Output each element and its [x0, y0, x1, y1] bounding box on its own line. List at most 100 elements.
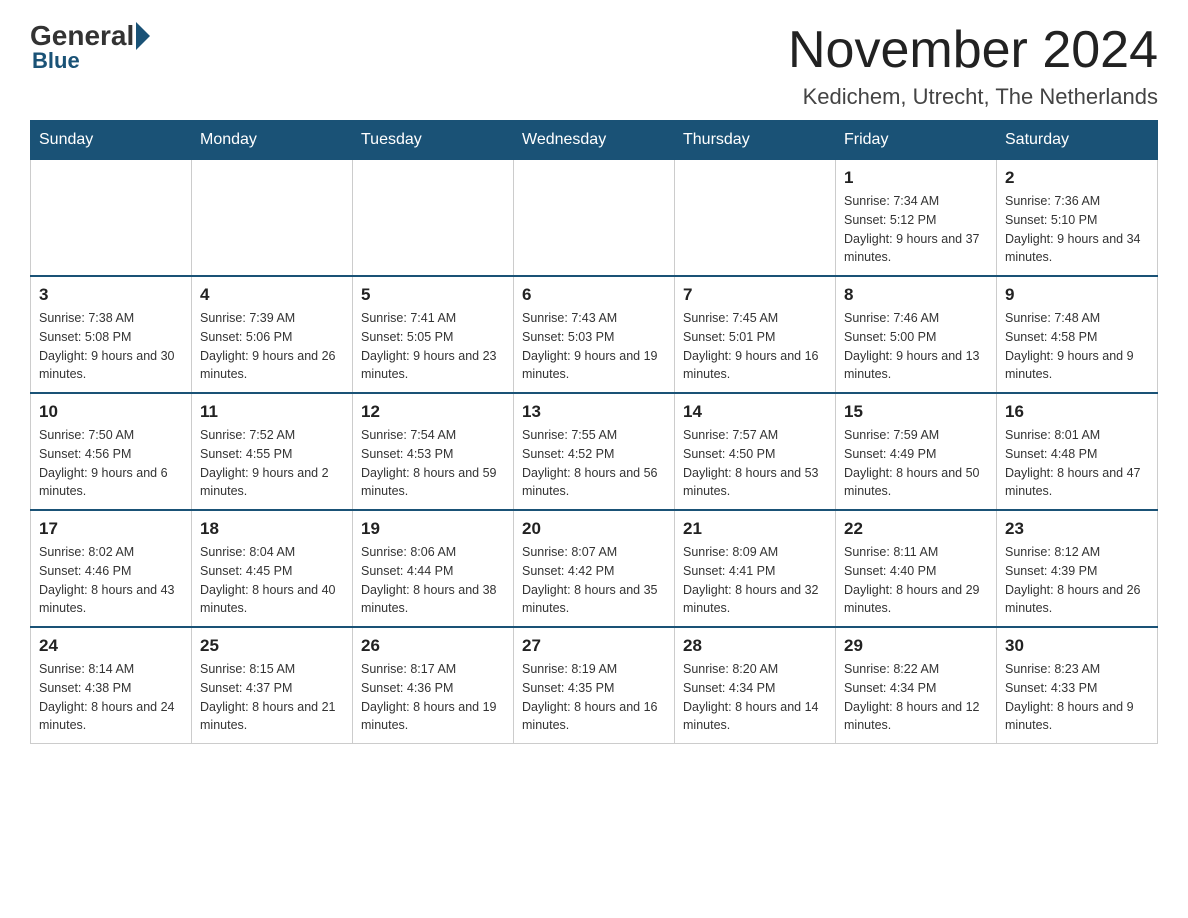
calendar-table: SundayMondayTuesdayWednesdayThursdayFrid…	[30, 120, 1158, 744]
day-number: 14	[683, 402, 827, 422]
calendar-cell	[353, 160, 514, 277]
day-info: Sunrise: 7:57 AMSunset: 4:50 PMDaylight:…	[683, 426, 827, 501]
location: Kedichem, Utrecht, The Netherlands	[788, 84, 1158, 110]
day-info: Sunrise: 7:52 AMSunset: 4:55 PMDaylight:…	[200, 426, 344, 501]
calendar-cell: 21 Sunrise: 8:09 AMSunset: 4:41 PMDayligh…	[675, 510, 836, 627]
day-number: 10	[39, 402, 183, 422]
page-header: General Blue November 2024 Kedichem, Utr…	[30, 20, 1158, 110]
logo-arrow-icon	[136, 22, 150, 50]
header-thursday: Thursday	[675, 121, 836, 160]
day-info: Sunrise: 7:43 AMSunset: 5:03 PMDaylight:…	[522, 309, 666, 384]
calendar-cell: 19Sunrise: 8:06 AMSunset: 4:44 PMDayligh…	[353, 510, 514, 627]
day-number: 20	[522, 519, 666, 539]
day-number: 6	[522, 285, 666, 305]
calendar-cell: 9Sunrise: 7:48 AMSunset: 4:58 PMDaylight…	[997, 276, 1158, 393]
day-number: 17	[39, 519, 183, 539]
header-sunday: Sunday	[31, 121, 192, 160]
calendar-cell: 29 Sunrise: 8:22 AMSunset: 4:34 PMDayligh…	[836, 627, 997, 744]
calendar-cell: 4 Sunrise: 7:39 AMSunset: 5:06 PMDaylight…	[192, 276, 353, 393]
day-number: 24	[39, 636, 183, 656]
day-info: Sunrise: 8:23 AMSunset: 4:33 PMDaylight:…	[1005, 660, 1149, 735]
calendar-cell: 22Sunrise: 8:11 AMSunset: 4:40 PMDayligh…	[836, 510, 997, 627]
day-info: Sunrise: 7:48 AMSunset: 4:58 PMDaylight:…	[1005, 309, 1149, 384]
day-number: 18	[200, 519, 344, 539]
day-info: Sunrise: 7:36 AMSunset: 5:10 PMDaylight:…	[1005, 192, 1149, 267]
calendar-cell: 5 Sunrise: 7:41 AMSunset: 5:05 PMDaylight…	[353, 276, 514, 393]
calendar-cell: 15 Sunrise: 7:59 AMSunset: 4:49 PMDayligh…	[836, 393, 997, 510]
day-number: 3	[39, 285, 183, 305]
day-info: Sunrise: 8:20 AMSunset: 4:34 PMDaylight:…	[683, 660, 827, 735]
day-info: Sunrise: 7:46 AMSunset: 5:00 PMDaylight:…	[844, 309, 988, 384]
calendar-cell: 20 Sunrise: 8:07 AMSunset: 4:42 PMDayligh…	[514, 510, 675, 627]
day-number: 7	[683, 285, 827, 305]
calendar-cell: 8 Sunrise: 7:46 AMSunset: 5:00 PMDaylight…	[836, 276, 997, 393]
calendar-cell: 18 Sunrise: 8:04 AMSunset: 4:45 PMDayligh…	[192, 510, 353, 627]
logo-blue: Blue	[32, 48, 80, 74]
day-number: 23	[1005, 519, 1149, 539]
calendar-cell: 1 Sunrise: 7:34 AMSunset: 5:12 PMDaylight…	[836, 160, 997, 277]
day-number: 28	[683, 636, 827, 656]
day-info: Sunrise: 7:41 AMSunset: 5:05 PMDaylight:…	[361, 309, 505, 384]
day-info: Sunrise: 7:59 AMSunset: 4:49 PMDaylight:…	[844, 426, 988, 501]
calendar-cell	[514, 160, 675, 277]
day-number: 2	[1005, 168, 1149, 188]
calendar-week-4: 17 Sunrise: 8:02 AMSunset: 4:46 PMDayligh…	[31, 510, 1158, 627]
day-number: 5	[361, 285, 505, 305]
day-info: Sunrise: 7:38 AMSunset: 5:08 PMDaylight:…	[39, 309, 183, 384]
calendar-cell: 25 Sunrise: 8:15 AMSunset: 4:37 PMDayligh…	[192, 627, 353, 744]
day-info: Sunrise: 7:45 AMSunset: 5:01 PMDaylight:…	[683, 309, 827, 384]
day-info: Sunrise: 8:09 AMSunset: 4:41 PMDaylight:…	[683, 543, 827, 618]
header-tuesday: Tuesday	[353, 121, 514, 160]
calendar-cell: 3 Sunrise: 7:38 AMSunset: 5:08 PMDaylight…	[31, 276, 192, 393]
calendar-week-3: 10 Sunrise: 7:50 AMSunset: 4:56 PMDayligh…	[31, 393, 1158, 510]
calendar-week-1: 1 Sunrise: 7:34 AMSunset: 5:12 PMDaylight…	[31, 160, 1158, 277]
day-number: 15	[844, 402, 988, 422]
calendar-cell: 7 Sunrise: 7:45 AMSunset: 5:01 PMDaylight…	[675, 276, 836, 393]
title-section: November 2024 Kedichem, Utrecht, The Net…	[788, 20, 1158, 110]
day-number: 8	[844, 285, 988, 305]
day-number: 22	[844, 519, 988, 539]
day-info: Sunrise: 8:22 AMSunset: 4:34 PMDaylight:…	[844, 660, 988, 735]
day-info: Sunrise: 8:04 AMSunset: 4:45 PMDaylight:…	[200, 543, 344, 618]
day-info: Sunrise: 8:12 AMSunset: 4:39 PMDaylight:…	[1005, 543, 1149, 618]
day-number: 4	[200, 285, 344, 305]
day-number: 1	[844, 168, 988, 188]
calendar-cell: 14 Sunrise: 7:57 AMSunset: 4:50 PMDayligh…	[675, 393, 836, 510]
day-number: 13	[522, 402, 666, 422]
day-number: 25	[200, 636, 344, 656]
day-info: Sunrise: 8:14 AMSunset: 4:38 PMDaylight:…	[39, 660, 183, 735]
calendar-cell	[675, 160, 836, 277]
calendar-cell: 26 Sunrise: 8:17 AMSunset: 4:36 PMDayligh…	[353, 627, 514, 744]
calendar-cell	[31, 160, 192, 277]
calendar-cell: 30 Sunrise: 8:23 AMSunset: 4:33 PMDayligh…	[997, 627, 1158, 744]
day-info: Sunrise: 8:02 AMSunset: 4:46 PMDaylight:…	[39, 543, 183, 618]
calendar-cell	[192, 160, 353, 277]
calendar-week-2: 3 Sunrise: 7:38 AMSunset: 5:08 PMDaylight…	[31, 276, 1158, 393]
day-number: 21	[683, 519, 827, 539]
day-info: Sunrise: 8:17 AMSunset: 4:36 PMDaylight:…	[361, 660, 505, 735]
day-number: 30	[1005, 636, 1149, 656]
day-info: Sunrise: 7:55 AMSunset: 4:52 PMDaylight:…	[522, 426, 666, 501]
day-number: 16	[1005, 402, 1149, 422]
day-number: 26	[361, 636, 505, 656]
day-number: 19	[361, 519, 505, 539]
calendar-cell: 13 Sunrise: 7:55 AMSunset: 4:52 PMDayligh…	[514, 393, 675, 510]
calendar-cell: 2 Sunrise: 7:36 AMSunset: 5:10 PMDaylight…	[997, 160, 1158, 277]
day-number: 12	[361, 402, 505, 422]
day-info: Sunrise: 8:15 AMSunset: 4:37 PMDaylight:…	[200, 660, 344, 735]
calendar-cell: 27Sunrise: 8:19 AMSunset: 4:35 PMDayligh…	[514, 627, 675, 744]
logo: General Blue	[30, 20, 150, 74]
day-info: Sunrise: 8:07 AMSunset: 4:42 PMDaylight:…	[522, 543, 666, 618]
day-info: Sunrise: 7:39 AMSunset: 5:06 PMDaylight:…	[200, 309, 344, 384]
calendar-week-5: 24 Sunrise: 8:14 AMSunset: 4:38 PMDayligh…	[31, 627, 1158, 744]
calendar-cell: 12Sunrise: 7:54 AMSunset: 4:53 PMDayligh…	[353, 393, 514, 510]
header-saturday: Saturday	[997, 121, 1158, 160]
day-number: 29	[844, 636, 988, 656]
day-info: Sunrise: 7:50 AMSunset: 4:56 PMDaylight:…	[39, 426, 183, 501]
calendar-cell: 23 Sunrise: 8:12 AMSunset: 4:39 PMDayligh…	[997, 510, 1158, 627]
calendar-cell: 17 Sunrise: 8:02 AMSunset: 4:46 PMDayligh…	[31, 510, 192, 627]
header-monday: Monday	[192, 121, 353, 160]
day-info: Sunrise: 7:34 AMSunset: 5:12 PMDaylight:…	[844, 192, 988, 267]
calendar-cell: 10 Sunrise: 7:50 AMSunset: 4:56 PMDayligh…	[31, 393, 192, 510]
day-info: Sunrise: 8:19 AMSunset: 4:35 PMDaylight:…	[522, 660, 666, 735]
